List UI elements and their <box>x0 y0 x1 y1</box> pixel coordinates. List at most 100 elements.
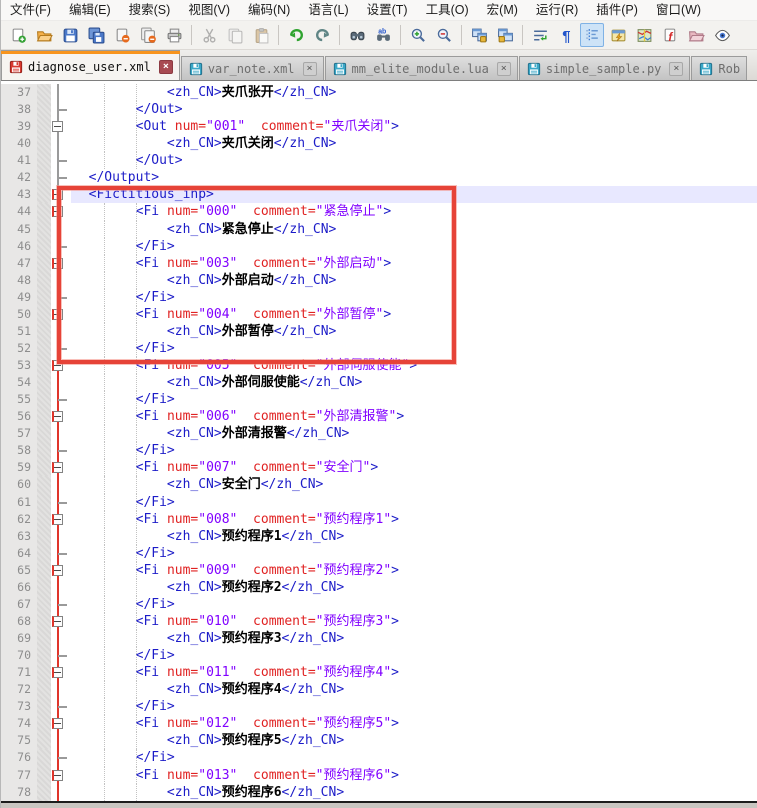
tab-mm_elite_module.lua[interactable]: mm_elite_module.lua× <box>325 56 518 80</box>
save-file-icon[interactable] <box>58 23 82 47</box>
code-line-text[interactable]: <Fi num="010" comment="预约程序3"> <box>71 613 757 630</box>
code-editor[interactable]: 37 <zh_CN>夹爪张开</zh_CN>38 </Out>39 <Out n… <box>1 80 757 801</box>
fold-collapse-icon[interactable] <box>52 462 63 473</box>
code-line-text[interactable]: <zh_CN>夹爪关闭</zh_CN> <box>71 135 757 152</box>
menu-item-plugins[interactable]: 插件(P) <box>587 0 647 21</box>
close-all-icon[interactable] <box>136 23 160 47</box>
close-file-icon[interactable] <box>110 23 134 47</box>
zoom-in-icon[interactable] <box>406 23 430 47</box>
menu-item-search[interactable]: 搜索(S) <box>120 0 180 21</box>
code-line-text[interactable]: <zh_CN>外部暂停</zh_CN> <box>71 323 757 340</box>
bookmark-margin[interactable] <box>37 425 51 442</box>
menu-item-run[interactable]: 运行(R) <box>527 0 587 21</box>
code-line-text[interactable]: <zh_CN>外部启动</zh_CN> <box>71 272 757 289</box>
bookmark-margin[interactable] <box>37 681 51 698</box>
word-wrap-icon[interactable] <box>528 23 552 47</box>
code-line-text[interactable]: <zh_CN>预约程序5</zh_CN> <box>71 732 757 749</box>
document-map-icon[interactable] <box>632 23 656 47</box>
menu-item-file[interactable]: 文件(F) <box>1 0 60 21</box>
bookmark-margin[interactable] <box>37 135 51 152</box>
bookmark-margin[interactable] <box>37 579 51 596</box>
code-line-text[interactable]: <zh_CN>紧急停止</zh_CN> <box>71 221 757 238</box>
fold-collapse-icon[interactable] <box>52 616 63 627</box>
bookmark-margin[interactable] <box>37 408 51 425</box>
code-line-text[interactable]: <zh_CN>预约程序4</zh_CN> <box>71 681 757 698</box>
bookmark-margin[interactable] <box>37 562 51 579</box>
code-line-text[interactable]: </Fi> <box>71 647 757 664</box>
code-line-text[interactable]: <zh_CN>外部伺服使能</zh_CN> <box>71 374 757 391</box>
code-line-text[interactable]: </Fi> <box>71 391 757 408</box>
fold-collapse-icon[interactable] <box>52 718 63 729</box>
bookmark-margin[interactable] <box>37 613 51 630</box>
code-line-text[interactable]: <Fi num="005" comment="外部伺服使能"> <box>71 357 757 374</box>
tab-close-icon[interactable]: × <box>497 62 511 76</box>
code-line-text[interactable]: <zh_CN>安全门</zh_CN> <box>71 476 757 493</box>
bookmark-margin[interactable] <box>37 698 51 715</box>
fold-collapse-icon[interactable] <box>52 411 63 422</box>
doc-switcher-icon[interactable] <box>606 23 630 47</box>
bookmark-margin[interactable] <box>37 511 51 528</box>
indent-guide-icon[interactable] <box>580 23 604 47</box>
bookmark-margin[interactable] <box>37 272 51 289</box>
code-line-text[interactable]: <Fi num="006" comment="外部清报警"> <box>71 408 757 425</box>
bookmark-margin[interactable] <box>37 630 51 647</box>
redo-icon[interactable] <box>310 23 334 47</box>
bookmark-margin[interactable] <box>37 374 51 391</box>
code-line-text[interactable]: <zh_CN>预约程序6</zh_CN> <box>71 784 757 801</box>
code-line-text[interactable]: <Fictitious_inp> <box>71 186 757 203</box>
bookmark-margin[interactable] <box>37 306 51 323</box>
find-icon[interactable] <box>345 23 369 47</box>
code-line-text[interactable]: </Fi> <box>71 698 757 715</box>
bookmark-margin[interactable] <box>37 169 51 186</box>
menu-item-window[interactable]: 窗口(W) <box>647 0 710 21</box>
new-file-icon[interactable] <box>6 23 30 47</box>
copy-icon[interactable] <box>223 23 247 47</box>
code-line-text[interactable]: <Fi num="008" comment="预约程序1"> <box>71 511 757 528</box>
fold-collapse-icon[interactable] <box>52 360 63 371</box>
tab-diagnose_user.xml[interactable]: diagnose_user.xml× <box>1 50 180 80</box>
bookmark-margin[interactable] <box>37 84 51 101</box>
bookmark-margin[interactable] <box>37 545 51 562</box>
code-line-text[interactable]: <zh_CN>夹爪张开</zh_CN> <box>71 84 757 101</box>
tab-simple_sample.py[interactable]: simple_sample.py× <box>519 56 691 80</box>
bookmark-margin[interactable] <box>37 732 51 749</box>
bookmark-margin[interactable] <box>37 442 51 459</box>
fold-collapse-icon[interactable] <box>52 565 63 576</box>
code-line-text[interactable]: <Fi num="003" comment="外部启动"> <box>71 255 757 272</box>
bookmark-margin[interactable] <box>37 118 51 135</box>
bookmark-margin[interactable] <box>37 784 51 801</box>
fold-collapse-icon[interactable] <box>52 206 63 217</box>
code-line-text[interactable]: <Fi num="013" comment="预约程序6"> <box>71 767 757 784</box>
bookmark-margin[interactable] <box>37 255 51 272</box>
bookmark-margin[interactable] <box>37 152 51 169</box>
tab-close-icon[interactable]: × <box>303 62 317 76</box>
code-line-text[interactable]: <zh_CN>预约程序1</zh_CN> <box>71 528 757 545</box>
folder-as-workspace-icon[interactable] <box>684 23 708 47</box>
menu-item-language[interactable]: 语言(L) <box>299 0 357 21</box>
code-line-text[interactable]: <Fi num="007" comment="安全门"> <box>71 459 757 476</box>
bookmark-margin[interactable] <box>37 459 51 476</box>
code-line-text[interactable]: <zh_CN>外部清报警</zh_CN> <box>71 425 757 442</box>
fold-collapse-icon[interactable] <box>52 514 63 525</box>
fold-collapse-icon[interactable] <box>52 258 63 269</box>
fold-collapse-icon[interactable] <box>52 189 63 200</box>
code-line-text[interactable]: </Fi> <box>71 238 757 255</box>
zoom-out-icon[interactable] <box>432 23 456 47</box>
bookmark-margin[interactable] <box>37 238 51 255</box>
bookmark-margin[interactable] <box>37 767 51 784</box>
replace-icon[interactable]: ab <box>371 23 395 47</box>
menu-item-view[interactable]: 视图(V) <box>179 0 239 21</box>
open-file-icon[interactable] <box>32 23 56 47</box>
show-all-characters-icon[interactable]: ¶ <box>554 23 578 47</box>
bookmark-margin[interactable] <box>37 647 51 664</box>
paste-icon[interactable] <box>249 23 273 47</box>
tab-close-icon[interactable]: × <box>669 62 683 76</box>
code-line-text[interactable]: <Fi num="000" comment="紧急停止"> <box>71 203 757 220</box>
code-line-text[interactable]: </Fi> <box>71 340 757 357</box>
menu-item-settings[interactable]: 设置(T) <box>358 0 417 21</box>
code-line-text[interactable]: <Fi num="009" comment="预约程序2"> <box>71 562 757 579</box>
bookmark-margin[interactable] <box>37 101 51 118</box>
bookmark-margin[interactable] <box>37 391 51 408</box>
tab-var_note.xml[interactable]: var_note.xml× <box>181 56 324 80</box>
print-icon[interactable] <box>162 23 186 47</box>
